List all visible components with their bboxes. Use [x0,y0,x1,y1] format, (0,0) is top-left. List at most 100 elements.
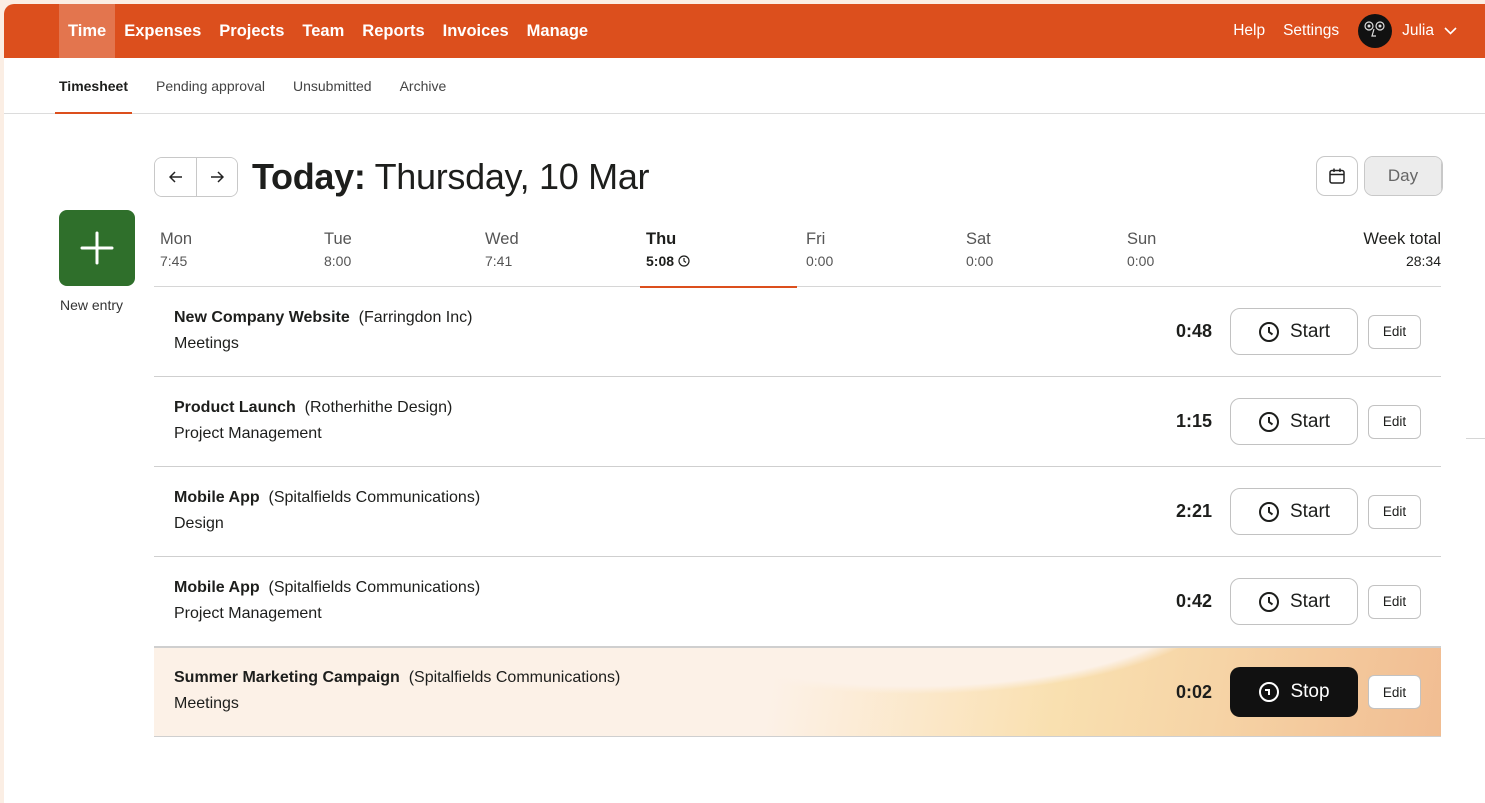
next-day-button[interactable] [196,158,237,196]
plus-icon [80,231,114,265]
day-wed[interactable]: Wed 7:41 [479,230,519,287]
edit-entry-button[interactable]: Edit [1368,494,1421,529]
nav-reports[interactable]: Reports [353,4,433,58]
main-nav: Time Expenses Projects Team Reports Invo… [59,4,597,58]
entry-info: Summer Marketing Campaign (Spitalfields … [154,667,620,717]
nav-invoices[interactable]: Invoices [434,4,518,58]
entry-client: (Farringdon Inc) [358,308,473,326]
entry-client: (Spitalfields Communications) [268,488,481,506]
entry-client: (Spitalfields Communications) [408,669,621,686]
app-window: Time Expenses Projects Team Reports Invo… [4,4,1485,803]
week-total: Week total 28:34 [1363,230,1441,269]
day-name: Wed [485,230,519,248]
entry-task: Project Management [174,424,322,442]
edit-entry-button[interactable]: Edit [1368,675,1421,709]
tab-unsubmitted[interactable]: Unsubmitted [279,58,386,113]
day-total: 7:41 [485,253,513,269]
entry-duration[interactable]: 0:42 [1176,591,1212,612]
entry-project: Mobile App [174,578,260,596]
entry-actions: 0:42 Start Edit [1176,578,1441,625]
start-label: Start [1289,410,1331,432]
nav-projects[interactable]: Projects [210,4,293,58]
edit-entry-button[interactable]: Edit [1368,404,1421,439]
nav-expenses[interactable]: Expenses [115,4,210,58]
entry-info: Mobile App (Spitalfields Communications)… [154,487,480,537]
day-name: Sat [966,230,991,248]
new-entry-button[interactable] [59,210,135,286]
entry-project: Mobile App [174,488,260,506]
day-sat[interactable]: Sat 0:00 [960,230,993,287]
sub-nav: Timesheet Pending approval Unsubmitted A… [4,58,1485,114]
entry-duration[interactable]: 1:15 [1176,411,1212,432]
day-total-row: 5:08 [646,253,690,269]
date-header: Today: Thursday, 10 Mar [154,156,650,198]
entry-title: Mobile App (Spitalfields Communications) [174,577,480,599]
chevron-down-icon[interactable] [1444,27,1457,35]
entry-client: (Rotherhithe Design) [304,398,453,416]
start-label: Start [1289,500,1331,522]
date-pager [154,157,238,197]
day-tue[interactable]: Tue 8:00 [318,230,352,287]
previous-day-button[interactable] [155,158,196,196]
settings-link[interactable]: Settings [1274,22,1348,40]
time-entry: Mobile App (Spitalfields Communications)… [154,557,1441,647]
edit-entry-button[interactable]: Edit [1368,584,1421,619]
title-prefix: Today: [252,156,366,197]
day-name: Sun [1127,230,1157,248]
top-nav: Time Expenses Projects Team Reports Invo… [4,4,1485,58]
edit-entry-button[interactable]: Edit [1368,314,1421,349]
page-title: Today: Thursday, 10 Mar [252,156,650,198]
day-thu[interactable]: Thu 5:08 [640,230,798,288]
entry-task: Project Management [174,604,322,622]
entry-actions: 1:15 Start Edit [1176,398,1441,445]
start-timer-button[interactable]: Start [1230,398,1358,445]
face-illustration-icon [1364,21,1385,37]
start-timer-button[interactable]: Start [1230,578,1358,625]
nav-team[interactable]: Team [293,4,353,58]
calendar-button[interactable] [1316,156,1358,196]
start-timer-button[interactable]: Start [1230,308,1358,355]
help-link[interactable]: Help [1224,22,1274,40]
day-sun[interactable]: Sun 0:00 [1121,230,1156,287]
entry-duration[interactable]: 0:02 [1176,682,1212,703]
clock-icon [1258,501,1279,522]
week-strip: Mon 7:45 Tue 8:00 Wed 7:41 Thu 5:08 Fri … [154,230,1441,288]
clock-icon [678,255,690,267]
day-view-button[interactable]: Day [1365,157,1442,195]
time-entries: New Company Website (Farringdon Inc) Mee… [154,287,1441,737]
day-total: 0:00 [1127,253,1155,269]
entry-info: Mobile App (Spitalfields Communications)… [154,577,480,627]
stop-timer-button[interactable]: Stop [1230,667,1358,717]
entry-duration[interactable]: 0:48 [1176,321,1212,342]
day-mon[interactable]: Mon 7:45 [154,230,192,287]
time-entry: Mobile App (Spitalfields Communications)… [154,467,1441,557]
nav-time[interactable]: Time [59,4,116,58]
start-label: Start [1289,590,1331,612]
stop-label: Stop [1290,681,1330,702]
entry-duration[interactable]: 2:21 [1176,501,1212,522]
time-entry: New Company Website (Farringdon Inc) Mee… [154,287,1441,377]
tab-timesheet[interactable]: Timesheet [55,58,142,114]
user-name[interactable]: Julia [1402,22,1434,40]
tab-archive[interactable]: Archive [386,58,461,113]
avatar[interactable] [1358,14,1393,48]
time-entry-running: Summer Marketing Campaign (Spitalfields … [154,647,1441,737]
entry-task: Meetings [174,695,239,712]
entry-title: Summer Marketing Campaign (Spitalfields … [174,667,620,689]
entry-project: New Company Website [174,308,350,326]
entry-client: (Spitalfields Communications) [268,578,481,596]
day-fri[interactable]: Fri 0:00 [800,230,833,287]
nav-manage[interactable]: Manage [518,4,597,58]
day-name: Thu [646,230,677,248]
clock-icon [1258,591,1279,612]
arrow-right-icon [211,171,224,183]
entry-info: New Company Website (Farringdon Inc) Mee… [154,307,472,357]
day-name: Tue [324,230,352,248]
nav-right: Help Settings Julia [1224,4,1485,58]
start-timer-button[interactable]: Start [1230,488,1358,535]
clock-icon [1258,321,1279,342]
day-name: Fri [806,230,826,248]
tab-pending-approval[interactable]: Pending approval [142,58,279,113]
entry-project: Product Launch [174,398,296,416]
entry-project: Summer Marketing Campaign [174,669,400,686]
